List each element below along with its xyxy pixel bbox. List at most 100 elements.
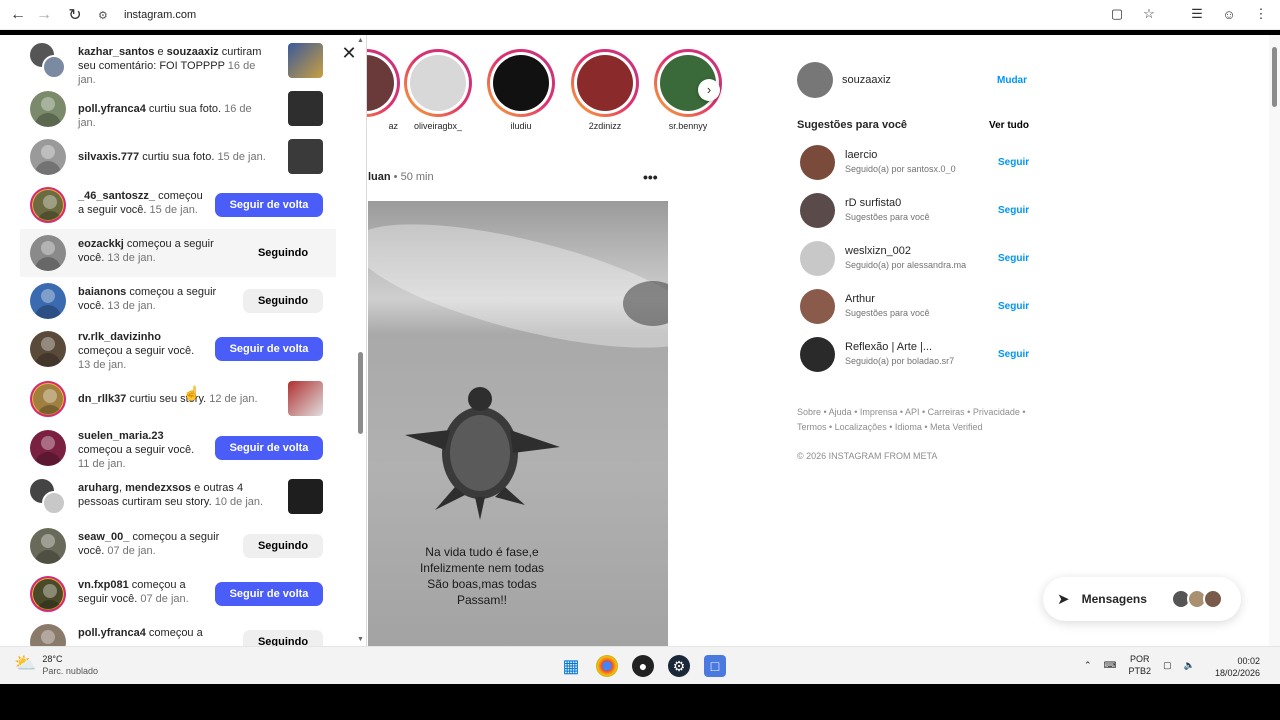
notification-user[interactable]: poll.yfranca4 [78,627,146,639]
suggestion-username[interactable]: Arthur [845,293,875,305]
windows-start-icon[interactable]: ▦ [560,655,582,677]
site-settings-icon[interactable]: ⚙ [98,9,114,22]
scroll-down-icon[interactable]: ▼ [357,636,364,643]
post-thumbnail[interactable] [288,91,323,126]
display-icon[interactable]: ▢ [1163,660,1172,671]
follow-button[interactable]: Seguir [998,205,1029,216]
notification-user[interactable]: rv.rlk_davizinho [78,331,161,343]
menu-kebab-icon[interactable]: ⋮ [1252,4,1270,24]
messages-button[interactable]: ➤ Mensagens [1043,577,1241,621]
story-item[interactable]: iludiu [485,49,557,131]
follow-back-button[interactable]: Seguir de volta [215,582,323,606]
notification-user[interactable]: kazhar_santos [78,46,154,58]
avatar [30,139,66,175]
notification-item[interactable]: suelen_maria.23 começou a seguir você. 1… [20,424,336,472]
story-item[interactable]: oliveiragbx_ [402,49,474,131]
page-scrollbar[interactable] [1269,35,1280,646]
notification-user[interactable]: mendezxsos [125,482,191,494]
current-username[interactable]: souzaaxiz [842,74,891,86]
follow-back-button[interactable]: Seguir de volta [215,337,323,361]
notification-item[interactable]: eozackkj começou a seguir você. 13 de ja… [20,229,336,277]
following-button[interactable]: Seguindo [243,630,323,646]
following-button[interactable]: Seguindo [243,534,323,558]
notification-user[interactable]: silvaxis.777 [78,151,139,163]
switch-account-link[interactable]: Mudar [997,75,1027,86]
follow-back-button[interactable]: Seguir de volta [215,193,323,217]
avatar[interactable] [800,193,835,228]
profile-icon[interactable]: ☺ [1220,4,1238,24]
scroll-up-icon[interactable]: ▲ [357,37,364,44]
forward-icon[interactable]: → [32,3,56,27]
notification-user[interactable]: souzaaxiz [167,46,219,58]
steam-icon[interactable]: ⚙ [668,655,690,677]
notification-user[interactable]: _46_santoszz_ [78,190,155,202]
post-thumbnail[interactable] [288,139,323,174]
story-item[interactable]: 2zdinizz [569,49,641,131]
follow-button[interactable]: Seguir [998,253,1029,264]
bookmark-star-icon[interactable]: ☆ [1140,4,1158,24]
notification-user[interactable]: vn.fxp081 [78,579,129,591]
notification-user[interactable]: suelen_maria.23 [78,430,164,442]
following-button[interactable]: Seguindo [243,289,323,313]
media-control-icon[interactable]: ☰ [1188,4,1206,24]
notification-item[interactable]: _46_santoszz_ começou a seguir você. 15 … [20,181,336,229]
roblox-icon[interactable]: □ [704,655,726,677]
avatar[interactable] [800,145,835,180]
post-time: 50 min [400,171,434,183]
clock[interactable]: 00:02 18/02/2026 [1215,655,1260,679]
footer-links[interactable]: Sobre • Ajuda • Imprensa • API • Carreir… [797,405,1037,435]
notification-item[interactable]: dn_rllk37 curtiu seu story. 12 de jan. [20,375,336,423]
suggestion-username[interactable]: weslxizn_002 [845,245,911,257]
panel-scrollbar-thumb[interactable] [358,352,363,434]
reload-icon[interactable]: ↻ [63,3,87,27]
notification-item[interactable]: poll.yfranca4 curtiu sua foto. 16 de jan… [20,85,336,133]
post-author[interactable]: luan [368,171,391,183]
following-button[interactable]: Seguindo [243,241,323,265]
story-thumbnail[interactable] [288,381,323,416]
notification-time: 13 de jan. [107,300,156,312]
suggestion-username[interactable]: rD surfista0 [845,197,901,209]
notification-user[interactable]: seaw_00_ [78,531,129,543]
address-bar[interactable]: ⚙ instagram.com [98,4,1186,26]
notification-item[interactable]: silvaxis.777 curtiu sua foto. 15 de jan. [20,133,336,181]
weather-widget[interactable]: ⛅ 28°C Parc. nublado [14,653,98,677]
notification-user[interactable]: poll.yfranca4 [78,103,146,115]
notification-item[interactable]: kazhar_santos e souzaaxiz curtiram seu c… [20,37,336,86]
see-all-link[interactable]: Ver tudo [989,120,1029,131]
more-options-icon[interactable]: ••• [643,169,658,185]
chevron-up-icon[interactable]: ⌃ [1084,660,1092,671]
notification-item[interactable]: baianons começou a seguir você. 13 de ja… [20,277,336,325]
notification-item[interactable]: aruharg, mendezxsos e outras 4 pessoas c… [20,473,336,521]
language-indicator[interactable]: POR PTB2 [1129,653,1152,677]
suggestion-username[interactable]: Reflexão | Arte |... [845,341,932,353]
follow-back-button[interactable]: Seguir de volta [215,436,323,460]
notification-item[interactable]: seaw_00_ começou a seguir você. 07 de ja… [20,522,336,570]
avatar[interactable] [800,337,835,372]
follow-button[interactable]: Seguir [998,349,1029,360]
follow-button[interactable]: Seguir [998,301,1029,312]
panel-scrollbar[interactable] [356,35,366,646]
notification-user[interactable]: eozackkj [78,238,124,250]
page-scrollbar-thumb[interactable] [1272,47,1277,107]
notification-item[interactable]: rv.rlk_davizinho começou a seguir você. … [20,325,336,373]
notification-user[interactable]: aruharg [78,482,119,494]
obs-icon[interactable]: ● [632,655,654,677]
suggestion-username[interactable]: laercio [845,149,877,161]
back-icon[interactable]: ← [6,3,30,27]
chevron-right-icon[interactable]: › [698,79,720,101]
notification-user[interactable]: baianons [78,286,126,298]
install-app-icon[interactable]: ▢ [1108,4,1126,24]
story-thumbnail[interactable] [288,479,323,514]
volume-icon[interactable]: 🔈 [1184,660,1195,671]
suggestion-item: Arthur Sugestões para você Seguir [800,289,1040,327]
follow-button[interactable]: Seguir [998,157,1029,168]
avatar[interactable] [800,241,835,276]
avatar[interactable] [800,289,835,324]
notification-item[interactable]: poll.yfranca4 começou a Seguindo [20,618,336,646]
chrome-icon[interactable] [596,655,618,677]
avatar[interactable] [797,62,833,98]
post-thumbnail[interactable] [288,43,323,78]
keyboard-icon[interactable]: ⌨ [1104,660,1117,671]
notification-item[interactable]: vn.fxp081 começou a seguir você. 07 de j… [20,570,336,618]
notification-user[interactable]: dn_rllk37 [78,393,126,405]
